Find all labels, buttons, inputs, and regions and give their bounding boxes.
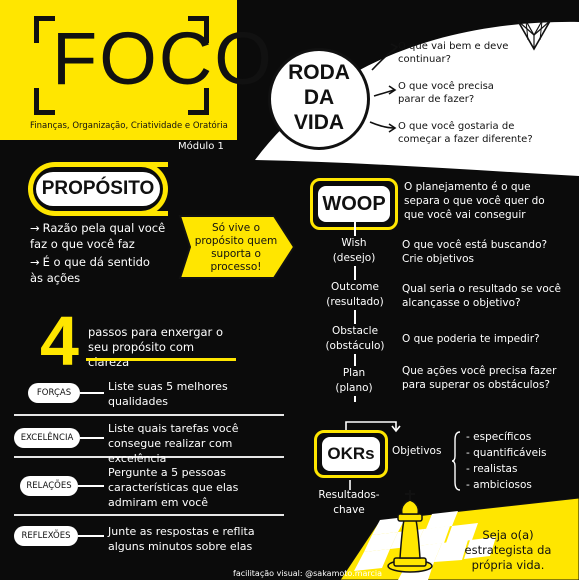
- okr-brace: [452, 431, 461, 491]
- okr-objective-text: quantificáveis: [473, 447, 547, 459]
- woop-term-plan: Plan (plano): [318, 366, 390, 396]
- proposito-item: → Razão pela qual você faz o que você faz: [30, 220, 170, 252]
- roda-title-line: DA: [303, 86, 335, 109]
- woop-term-label: Wish: [341, 237, 367, 249]
- sketchnote-page: FOCO Finanças, Organização, Criatividade…: [0, 0, 579, 580]
- proposito-item-text: É o que dá sentido às ações: [30, 255, 150, 285]
- woop-term-label: Plan: [342, 367, 366, 379]
- step-pill-relacoes: RELAÇÕES: [20, 476, 78, 496]
- steps-underline: [86, 358, 236, 361]
- steps-title: passos para enxergar o seu propósito com…: [88, 325, 223, 369]
- proposito-item: → É o que dá sentido às ações: [30, 254, 150, 286]
- connector-line: [80, 437, 104, 439]
- step-text: Pergunte a 5 pessoas características que…: [108, 466, 239, 509]
- woop-term-label: Obstacle: [331, 325, 379, 337]
- step-divider: [14, 456, 284, 458]
- step-text: Junte as respostas e reflita alguns minu…: [108, 525, 255, 553]
- woop-term-translation: (resultado): [326, 296, 384, 308]
- credit-line: facilitação visual: @sakamoto.marcia: [233, 569, 383, 578]
- proposito-title: PROPÓSITO: [36, 172, 160, 206]
- step-pill-excelencia: EXCELÊNCIA: [14, 428, 80, 448]
- connector-line: [78, 485, 104, 487]
- woop-term-translation: (plano): [335, 382, 373, 394]
- proposito-item-text: Razão pela qual você faz o que você faz: [30, 221, 166, 251]
- woop-desc: Que ações você precisa fazer para supera…: [402, 365, 557, 391]
- closing-message: Seja o(a) estrategista da própria vida.: [464, 528, 552, 572]
- step-text: Liste suas 5 melhores qualidades: [108, 380, 228, 408]
- polygon-logo-icon: [516, 20, 552, 51]
- step-pill-reflexoes: REFLEXÕES: [14, 526, 78, 546]
- arrow-right-icon: →: [30, 255, 40, 269]
- okr-objective-text: realistas: [473, 463, 518, 475]
- arrow-right-icon: →: [30, 221, 40, 235]
- woop-desc: O que você está buscando? Crie objetivos: [402, 239, 548, 265]
- okr-objective-text: específicos: [473, 431, 532, 443]
- step-text: Liste quais tarefas você consegue realiz…: [108, 422, 239, 465]
- woop-term-label: Outcome: [331, 281, 379, 293]
- okr-objective-item: - específicos: [466, 431, 532, 443]
- woop-term-outcome: Outcome (resultado): [312, 280, 398, 310]
- connector-line: [78, 535, 104, 537]
- step-pill-forcas: FORÇAS: [28, 383, 80, 403]
- roda-title-line: VIDA: [293, 111, 345, 134]
- woop-title: WOOP: [318, 186, 390, 222]
- roda-question: O que você precisa parar de fazer?: [398, 81, 494, 105]
- steps-number: 4: [40, 302, 79, 380]
- woop-term-translation: (obstáculo): [325, 340, 385, 352]
- woop-desc: Qual seria o resultado se você alcançass…: [402, 283, 562, 309]
- step-divider: [14, 514, 284, 516]
- proposito-callout: Só vive o propósito quem suporta o proce…: [194, 222, 278, 273]
- woop-term-obstacle: Obstacle (obstáculo): [312, 324, 398, 354]
- woop-term-translation: (desejo): [332, 252, 376, 264]
- roda-question: O que vai bem e deve continuar?: [398, 41, 509, 65]
- connector-line: [80, 392, 104, 394]
- woop-intro: O planejamento é o que separa o que você…: [404, 181, 545, 221]
- okr-objective-item: - quantificáveis: [466, 447, 547, 459]
- step-divider: [14, 414, 284, 416]
- roda-title-line: RODA: [288, 61, 350, 84]
- woop-term-wish: Wish (desejo): [318, 236, 390, 266]
- woop-desc: O que poderia te impedir?: [402, 333, 540, 345]
- okr-objective-item: - realistas: [466, 463, 518, 475]
- roda-title: RODA DA VIDA: [268, 60, 370, 135]
- roda-question: O que você gostaria de começar a fazer d…: [398, 121, 533, 145]
- okr-objectives-label: Objetivos: [392, 445, 442, 457]
